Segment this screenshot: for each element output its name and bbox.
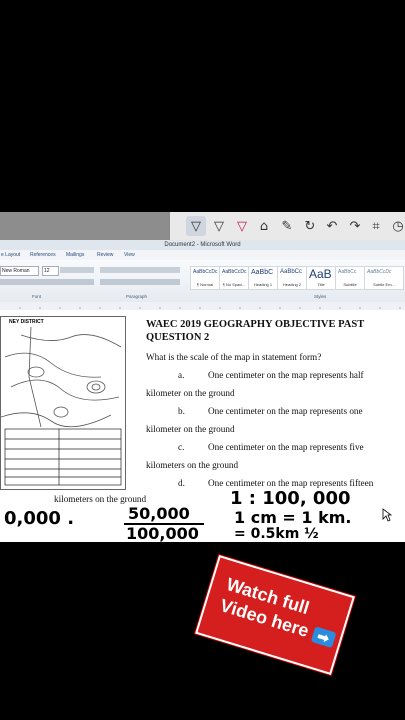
style-name: Heading 2 bbox=[282, 282, 302, 287]
option-c-letter: c. bbox=[178, 442, 185, 452]
arrow-right-icon: ➡ bbox=[310, 626, 337, 649]
mouse-cursor-icon bbox=[382, 508, 392, 522]
style-sample: AaBbC bbox=[251, 269, 274, 276]
screen-recording-frame: ▽ ▽ ▽ ⌂ ✎ ↻ ↶ ↷ ⌗ ◷ Document2 - Microsof… bbox=[0, 212, 405, 542]
font-name-select[interactable]: New Roman bbox=[0, 266, 39, 276]
handwriting-fraction-bottom: 100,000 bbox=[126, 524, 199, 542]
style-normal[interactable]: AaBbCcDc ¶ Normal bbox=[190, 266, 220, 290]
font-size-select[interactable]: 12 bbox=[42, 266, 59, 276]
style-name: ¶ Normal bbox=[196, 282, 214, 287]
option-d-letter: d. bbox=[178, 478, 185, 488]
style-name: Heading 1 bbox=[253, 282, 273, 287]
document-page[interactable]: NEY DISTRICT WAEC 2019 GEOGRAPHY OBJECTI… bbox=[0, 310, 405, 542]
font-format-buttons[interactable] bbox=[0, 279, 94, 285]
handwriting-fraction-top: 50,000 bbox=[128, 504, 190, 523]
option-b-letter: b. bbox=[178, 406, 185, 416]
style-title[interactable]: AaB Title bbox=[306, 266, 336, 290]
style-sample: AaBbCcDc bbox=[367, 269, 392, 275]
question-title: WAEC 2019 GEOGRAPHY OBJECTIVE PAST QUEST… bbox=[146, 318, 364, 344]
list-buttons[interactable] bbox=[100, 267, 180, 273]
style-sample: AaBbCcDc bbox=[222, 269, 247, 275]
style-heading-1[interactable]: AaBbC Heading 1 bbox=[248, 266, 278, 290]
option-c-text: One centimeter on the map represents fiv… bbox=[208, 442, 364, 452]
align-buttons[interactable] bbox=[100, 279, 180, 285]
tab-page-layout[interactable]: e Layout bbox=[1, 252, 20, 258]
group-label-styles: Styles bbox=[314, 294, 327, 299]
option-a-text: One centimeter on the map represents hal… bbox=[208, 370, 364, 380]
option-a-continuation: kilometer on the ground bbox=[146, 388, 235, 398]
style-heading-2[interactable]: AaBbCc Heading 2 bbox=[277, 266, 307, 290]
pen-red-icon[interactable]: ▽ bbox=[232, 216, 252, 236]
style-subtitle[interactable]: AaBbCc Subtitle bbox=[335, 266, 365, 290]
style-subtle-emphasis[interactable]: AaBbCcDc Subtle Em... bbox=[364, 266, 404, 290]
highlighter-icon[interactable]: ✎ bbox=[277, 216, 297, 236]
style-name: ¶ No Spaci... bbox=[222, 282, 246, 287]
redo-icon[interactable]: ↷ bbox=[345, 216, 365, 236]
undo-icon[interactable]: ↶ bbox=[322, 216, 342, 236]
window-title: Document2 - Microsoft Word bbox=[0, 240, 405, 250]
question-text: What is the scale of the map in statemen… bbox=[146, 352, 322, 362]
handwriting-equation: 1 cm = 1 km. bbox=[234, 508, 352, 527]
tab-references[interactable]: References bbox=[30, 252, 56, 258]
style-name: Subtle Em... bbox=[373, 282, 395, 287]
option-c-continuation: kilometers on the ground bbox=[146, 460, 239, 470]
tab-review[interactable]: Review bbox=[97, 252, 113, 258]
tab-view[interactable]: View bbox=[124, 252, 135, 258]
map-image: NEY DISTRICT bbox=[0, 316, 126, 490]
option-d-continuation: kilometers on the ground bbox=[54, 494, 147, 504]
group-label-paragraph: Paragraph bbox=[126, 294, 148, 299]
crop-icon[interactable]: ⌗ bbox=[366, 216, 386, 236]
history-icon[interactable]: ◷ bbox=[388, 216, 405, 236]
lasso-icon[interactable]: ↻ bbox=[300, 216, 320, 236]
style-sample: AaB bbox=[309, 267, 332, 281]
handwriting-ratio: 1 : 100, 000 bbox=[230, 488, 351, 509]
group-label-font: Font bbox=[32, 294, 42, 299]
question-title-line2: QUESTION 2 bbox=[146, 332, 210, 343]
ribbon: New Roman 12 AaBbCcDc ¶ Normal AaBbCcDc … bbox=[0, 260, 405, 303]
watch-full-video-badge[interactable]: Watch full Video here ➡ bbox=[195, 555, 355, 675]
question-title-line1: WAEC 2019 GEOGRAPHY OBJECTIVE PAST bbox=[146, 319, 365, 330]
option-b-text: One centimeter on the map represents one bbox=[208, 406, 363, 416]
handwriting-left: 0,000 . bbox=[4, 508, 75, 529]
style-name: Subtitle bbox=[343, 282, 357, 287]
option-b-continuation: kilometer on the ground bbox=[146, 424, 235, 434]
eraser-icon[interactable]: ⌂ bbox=[254, 216, 274, 236]
pen-toolbar: ▽ ▽ ▽ ⌂ ✎ ↻ ↶ ↷ ⌗ ◷ bbox=[0, 212, 405, 241]
handwriting-bottom: = 0.5km ½ bbox=[234, 526, 319, 542]
option-a-letter: a. bbox=[178, 370, 185, 380]
style-sample: AaBbCc bbox=[280, 269, 303, 275]
font-grow-shrink-buttons[interactable] bbox=[60, 267, 94, 273]
ribbon-tabs: e Layout References Mailings Review View bbox=[0, 250, 405, 260]
style-sample: AaBbCcDc bbox=[193, 269, 218, 275]
pen-dark-icon[interactable]: ▽ bbox=[209, 216, 229, 236]
pen-black-icon[interactable]: ▽ bbox=[186, 216, 206, 236]
tab-mailings[interactable]: Mailings bbox=[66, 252, 84, 258]
dimmed-window-area bbox=[0, 212, 170, 240]
style-no-spacing[interactable]: AaBbCcDc ¶ No Spaci... bbox=[219, 266, 249, 290]
style-name: Title bbox=[317, 282, 325, 287]
style-sample: AaBbCc bbox=[338, 269, 357, 275]
option-d-text: One centimeter on the map represents fif… bbox=[208, 478, 374, 488]
